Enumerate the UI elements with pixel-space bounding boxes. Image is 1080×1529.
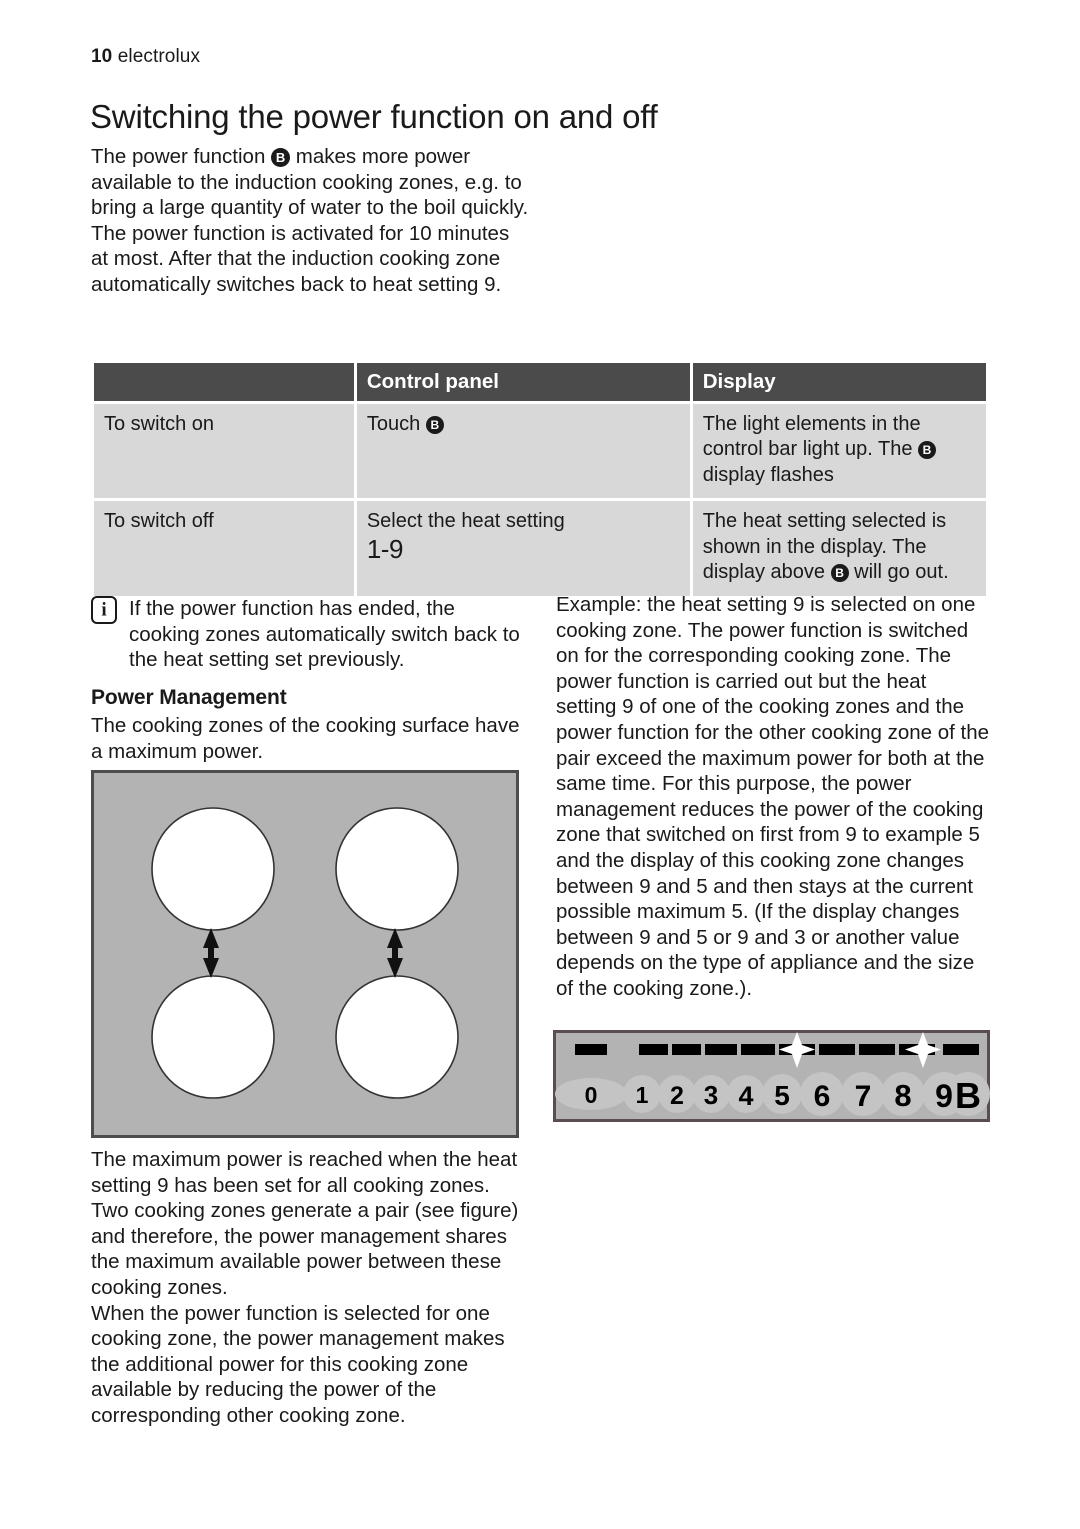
- power-function-badge-icon: B: [918, 441, 937, 459]
- control-bar-label-8: 8: [894, 1078, 911, 1113]
- intro-paragraph-2: The power function is activated for 10 m…: [91, 221, 510, 296]
- cooking-surface-diagram: [91, 770, 519, 1138]
- cooking-zone-top-right: [335, 807, 459, 931]
- control-bar-label-B: B: [955, 1075, 981, 1116]
- page-title: Switching the power function on and off: [90, 98, 658, 135]
- row-action-switch-on: To switch on: [94, 403, 354, 498]
- info-note-text: If the power function has ended, the coo…: [129, 597, 520, 672]
- table-header: Control panel Display: [94, 363, 986, 401]
- control-bar-label-5: 5: [774, 1080, 790, 1111]
- display-text-part1: The light elements in the control bar li…: [702, 412, 921, 461]
- document-page: 10 electrolux Switching the power functi…: [0, 0, 1080, 1529]
- control-bar-label-9: 9: [935, 1078, 953, 1114]
- table-body: To switch on Touch B The light elements …: [94, 403, 986, 596]
- info-icon-glyph: i: [101, 599, 107, 621]
- display-text-part2: display flashes: [702, 463, 834, 486]
- power-management-heading: Power Management: [91, 686, 287, 709]
- row-control-panel-switch-off: Select the heat setting 1-9: [356, 501, 690, 596]
- power-function-badge-icon: B: [830, 564, 849, 582]
- control-bar-label-6: 6: [814, 1080, 831, 1113]
- control-bar-diagram: 0 1 2 3 4 5 6 7 8 9 B: [553, 1030, 990, 1122]
- info-note: i If the power function has ended, the c…: [91, 596, 531, 673]
- touch-label: Touch: [366, 412, 426, 435]
- intro-paragraphs: The power function B makes more power av…: [91, 144, 531, 298]
- row-display-switch-on: The light elements in the control bar li…: [692, 403, 986, 498]
- running-header: 10 electrolux: [91, 46, 200, 68]
- power-management-intro: The cooking zones of the cooking surface…: [91, 714, 520, 763]
- segment-9: [943, 1044, 979, 1055]
- intro-p1-pre: The power function: [91, 145, 272, 168]
- power-function-badge-icon: B: [425, 415, 444, 434]
- segment-7: [859, 1044, 895, 1055]
- example-paragraph: Example: the heat setting 9 is selected …: [556, 593, 990, 1000]
- control-bar-label-7: 7: [855, 1080, 872, 1113]
- power-function-badge-icon: B: [271, 148, 291, 167]
- cooking-zone-top-left: [151, 807, 275, 931]
- table-row: To switch on Touch B The light elements …: [94, 403, 986, 498]
- power-management-details: The maximum power is reached when the he…: [91, 1148, 519, 1427]
- segment-4: [741, 1044, 775, 1055]
- control-bar-label-3: 3: [704, 1080, 718, 1110]
- select-heat-setting-label: Select the heat setting: [366, 510, 565, 532]
- segment-0: [575, 1044, 607, 1055]
- table-header-blank: [94, 363, 354, 401]
- power-function-table: Control panel Display To switch on Touch…: [91, 360, 989, 599]
- control-bar-label-1: 1: [636, 1082, 649, 1108]
- control-bar-label-2: 2: [670, 1082, 684, 1110]
- brand-name: electrolux: [117, 46, 201, 67]
- table-header-display: Display: [692, 363, 986, 401]
- table-row: To switch off Select the heat setting 1-9…: [94, 501, 986, 596]
- page-number: 10: [91, 46, 113, 67]
- row-action-switch-off: To switch off: [94, 501, 354, 596]
- table-header-control-panel: Control panel: [356, 363, 690, 401]
- table-header-row: Control panel Display: [94, 363, 986, 401]
- segment-3: [705, 1044, 737, 1055]
- cooking-surface-svg: [91, 770, 519, 1138]
- heat-setting-range: 1-9: [366, 533, 404, 564]
- control-bar-label-0: 0: [585, 1082, 598, 1108]
- segment-6: [819, 1044, 855, 1055]
- control-bar-label-4: 4: [738, 1081, 753, 1111]
- display-text-part2: will go out.: [848, 561, 949, 583]
- info-icon: i: [91, 596, 117, 624]
- row-control-panel-switch-on: Touch B: [356, 403, 690, 498]
- intro-paragraph-1: The power function B makes more power av…: [91, 144, 531, 221]
- hob-surface: [91, 770, 519, 1138]
- cooking-zone-bottom-right: [335, 975, 459, 1099]
- segment-1: [639, 1044, 668, 1055]
- control-bar-svg: 0 1 2 3 4 5 6 7 8 9 B: [553, 1030, 990, 1122]
- row-display-switch-off: The heat setting selected is shown in th…: [692, 501, 986, 596]
- cooking-zone-bottom-left: [151, 975, 275, 1099]
- segment-2: [672, 1044, 701, 1055]
